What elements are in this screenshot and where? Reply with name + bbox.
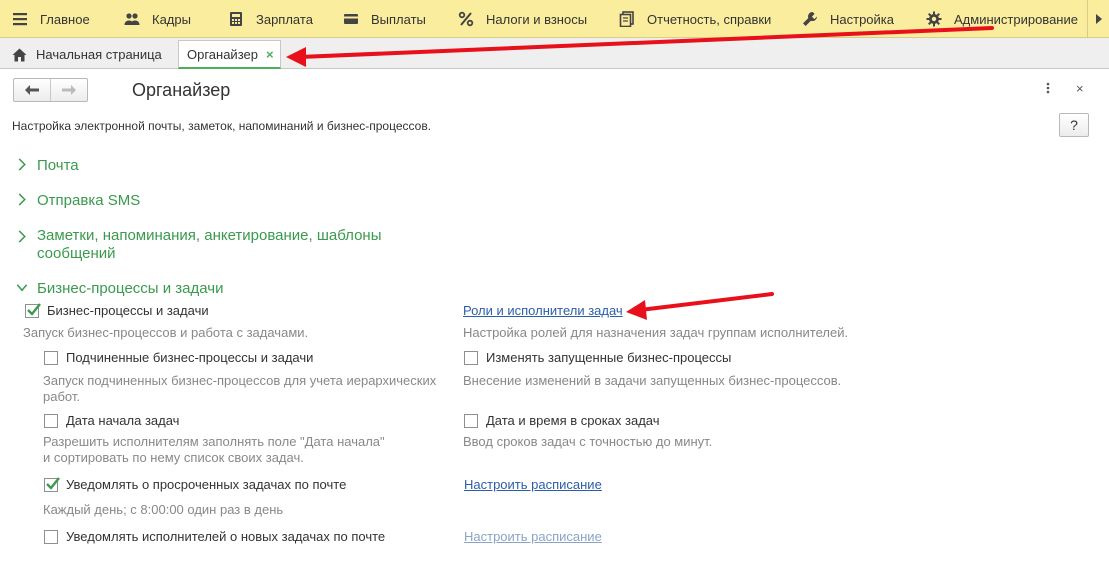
tab-home-label: Начальная страница bbox=[36, 47, 162, 62]
section-personnel-label: Кадры bbox=[152, 11, 191, 27]
home-icon bbox=[12, 48, 27, 61]
start-date-hint-line1: Разрешить исполнителям заполнять поле "Д… bbox=[43, 434, 385, 449]
start-date-hint-line2: и сортировать по нему список своих задач… bbox=[43, 450, 304, 465]
section-payments-label: Выплаты bbox=[371, 11, 426, 27]
hamburger-menu-icon bbox=[13, 13, 27, 26]
chevron-right-icon bbox=[18, 193, 26, 206]
group-sms-label: Отправка SMS bbox=[37, 192, 141, 209]
group-bp-label: Бизнес-процессы и задачи bbox=[37, 280, 224, 297]
arrow-right-icon bbox=[62, 85, 76, 95]
section-taxes-label: Налоги и взносы bbox=[486, 11, 588, 27]
subordinate-hint-line1: Запуск подчиненных бизнес-процессов для … bbox=[43, 373, 437, 388]
datetime-hint: Ввод сроков задач с точностью до минут. bbox=[463, 434, 713, 449]
section-reports-label: Отчетность, справки bbox=[647, 11, 772, 27]
calculator-icon bbox=[230, 12, 242, 26]
checkbox-unchecked[interactable] bbox=[464, 413, 478, 428]
section-payments[interactable]: Выплаты bbox=[343, 0, 426, 38]
overdue-notify-checkbox[interactable]: Уведомлять о просроченных задачах по поч… bbox=[44, 476, 347, 492]
checkmark-icon bbox=[27, 302, 41, 316]
schedule-link-new-tasks[interactable]: Настроить расписание bbox=[464, 529, 602, 544]
change-running-checkbox[interactable]: Изменять запущенные бизнес-процессы bbox=[464, 350, 731, 365]
checkbox-unchecked[interactable] bbox=[44, 529, 58, 544]
datetime-checkbox[interactable]: Дата и время в сроках задач bbox=[464, 413, 660, 428]
start-date-label: Дата начала задач bbox=[66, 413, 180, 428]
group-notes[interactable]: Заметки, напоминания, анкетирование, шаб… bbox=[16, 227, 381, 263]
chevron-down-icon bbox=[16, 284, 28, 292]
group-notes-line1: Заметки, напоминания, анкетирование, шаб… bbox=[37, 227, 382, 244]
change-running-hint: Внесение изменений в задачи запущенных б… bbox=[463, 373, 842, 388]
subordinate-checkbox[interactable]: Подчиненные бизнес-процессы и задачи bbox=[44, 350, 313, 365]
schedule-link-overdue[interactable]: Настроить расписание bbox=[464, 477, 602, 492]
bp-enabled-hint: Запуск бизнес-процессов и работа с задач… bbox=[23, 325, 309, 340]
tab-organizer-label: Органайзер bbox=[187, 46, 258, 62]
navigation-buttons bbox=[13, 78, 88, 102]
subordinate-hint: Запуск подчиненных бизнес-процессов для … bbox=[43, 373, 436, 405]
overdue-notify-label: Уведомлять о просроченных задачах по поч… bbox=[66, 477, 347, 492]
group-sms[interactable]: Отправка SMS bbox=[16, 192, 140, 209]
bp-enabled-label: Бизнес-процессы и задачи bbox=[47, 303, 209, 318]
start-date-checkbox[interactable]: Дата начала задач bbox=[44, 413, 179, 428]
group-mail[interactable]: Почта bbox=[16, 157, 79, 174]
section-reports[interactable]: Отчетность, справки bbox=[619, 0, 771, 38]
checkbox-checked[interactable] bbox=[25, 302, 41, 318]
roles-and-performers-link[interactable]: Роли и исполнители задач bbox=[463, 303, 623, 318]
back-button[interactable] bbox=[14, 79, 51, 101]
gear-icon bbox=[926, 11, 942, 27]
forward-button[interactable] bbox=[51, 79, 87, 101]
start-date-hint: Разрешить исполнителям заполнять поле "Д… bbox=[43, 434, 385, 466]
form-close-icon[interactable]: × bbox=[1076, 81, 1084, 96]
section-settings-label: Настройка bbox=[830, 11, 894, 27]
page-title: Органайзер bbox=[132, 80, 231, 100]
people-icon bbox=[124, 13, 140, 25]
group-notes-label: Заметки, напоминания, анкетирование, шаб… bbox=[37, 227, 381, 263]
tab-organizer[interactable]: Органайзер × bbox=[178, 40, 281, 69]
bp-enabled-checkbox[interactable]: Бизнес-процессы и задачи bbox=[25, 302, 209, 318]
section-administration-label: Администрирование bbox=[954, 11, 1078, 27]
sections-panel: Главное Кадры Зарплата Выплаты Налоги и … bbox=[0, 0, 1109, 38]
new-tasks-notify-checkbox[interactable]: Уведомлять исполнителей о новых задачах … bbox=[44, 529, 385, 544]
scroll-right-button[interactable] bbox=[1087, 0, 1109, 38]
subordinate-hint-line2: работ. bbox=[43, 389, 80, 404]
help-button[interactable]: ? bbox=[1059, 113, 1089, 137]
open-windows-bar: Начальная страница Органайзер × bbox=[0, 38, 1109, 69]
section-settings[interactable]: Настройка bbox=[802, 0, 894, 38]
datetime-label: Дата и время в сроках задач bbox=[486, 413, 660, 428]
section-main[interactable]: Главное bbox=[12, 0, 90, 38]
new-tasks-notify-label: Уведомлять исполнителей о новых задачах … bbox=[66, 529, 386, 544]
checkbox-unchecked[interactable] bbox=[44, 350, 58, 365]
section-salary-label: Зарплата bbox=[256, 11, 313, 27]
organizer-form: Органайзер × Настройка электронной почты… bbox=[2, 70, 1106, 587]
subordinate-label: Подчиненные бизнес-процессы и задачи bbox=[66, 350, 314, 365]
more-actions-button[interactable] bbox=[1046, 82, 1050, 97]
triangle-right-icon bbox=[1095, 14, 1102, 24]
group-mail-label: Почта bbox=[37, 157, 79, 174]
overdue-notify-hint: Каждый день; с 8:00:00 один раз в день bbox=[43, 502, 284, 517]
section-personnel[interactable]: Кадры bbox=[124, 0, 191, 38]
chevron-right-icon bbox=[18, 158, 26, 171]
group-business-processes[interactable]: Бизнес-процессы и задачи bbox=[16, 280, 223, 297]
wrench-icon bbox=[803, 12, 817, 26]
group-notes-line2: сообщений bbox=[37, 245, 116, 262]
arrow-left-icon bbox=[25, 85, 39, 95]
change-running-label: Изменять запущенные бизнес-процессы bbox=[486, 350, 732, 365]
checkbox-unchecked[interactable] bbox=[44, 413, 58, 428]
chevron-right-icon bbox=[18, 230, 26, 243]
checkbox-unchecked[interactable] bbox=[464, 350, 478, 365]
section-administration[interactable]: Администрирование bbox=[926, 0, 1078, 38]
wallet-icon bbox=[344, 14, 358, 24]
documents-icon bbox=[619, 11, 634, 27]
percent-icon bbox=[458, 11, 474, 27]
tab-home[interactable]: Начальная страница bbox=[12, 40, 162, 69]
section-salary[interactable]: Зарплата bbox=[228, 0, 313, 38]
vertical-dots-icon bbox=[1046, 82, 1050, 94]
checkmark-icon bbox=[46, 476, 60, 490]
tab-close-icon[interactable]: × bbox=[266, 47, 274, 62]
section-taxes[interactable]: Налоги и взносы bbox=[458, 0, 587, 38]
form-description: Настройка электронной почты, заметок, на… bbox=[12, 119, 432, 133]
checkbox-checked[interactable] bbox=[44, 476, 60, 492]
section-main-label: Главное bbox=[40, 11, 90, 27]
roles-hint: Настройка ролей для назначения задач гру… bbox=[463, 325, 849, 340]
